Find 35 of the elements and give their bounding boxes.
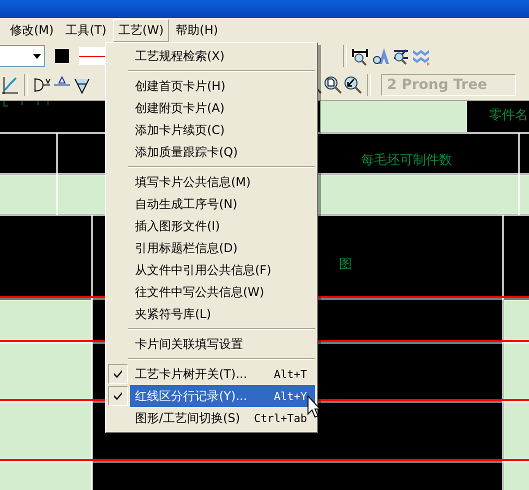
zoom-previous-icon[interactable] (343, 75, 363, 95)
menu-item[interactable]: 插入图形文件(I) (130, 215, 315, 237)
menu-bar-item[interactable]: 帮助(H) (170, 18, 224, 42)
menu-bar-item[interactable]: 工艺(W) (113, 18, 169, 42)
drawing-label: 每毛坯可制件数 (361, 153, 452, 168)
menu-item[interactable]: 工艺规程检索(X) (130, 45, 315, 67)
roughness-icon[interactable] (32, 75, 52, 95)
graph-icon[interactable] (0, 75, 20, 95)
dropdown-arrow-icon[interactable] (33, 54, 41, 58)
menu-item[interactable]: 引用标题栏信息(D) (130, 237, 315, 259)
shortcut-label: Ctrl+Tab (254, 412, 307, 424)
menu-item[interactable]: 夹紧符号库(L) (130, 303, 315, 325)
drawing-label: 零件名 (489, 108, 528, 123)
zoom-page-icon[interactable] (323, 75, 343, 95)
menu-bar-item[interactable]: 工具(T) (60, 18, 112, 42)
menu-item[interactable]: 从文件中引用公共信息(F) (130, 259, 315, 281)
menu-item[interactable]: 卡片间关联填写设置 (130, 333, 315, 355)
shortcut-label: Alt+T (274, 368, 307, 380)
menu-item[interactable]: 创建附页卡片(A) (130, 97, 315, 119)
menu-item[interactable]: 工艺卡片树开关(T)... Alt+T (130, 363, 315, 385)
menu-item[interactable]: 添加卡片续页(C) (130, 119, 315, 141)
menu-item[interactable]: 往文件中写公共信息(W) (130, 281, 315, 303)
text-zoom-icon[interactable] (371, 46, 391, 66)
tick-marks (4, 101, 48, 106)
menu-item[interactable]: 创建首页卡片(H) (130, 75, 315, 97)
combo-box[interactable] (0, 45, 45, 67)
menu-item[interactable]: 自动生成工序号(N) (130, 193, 315, 215)
color-swatch[interactable] (55, 49, 69, 63)
menu-item[interactable]: 红线区分行记录(Y)... Alt+Y (130, 385, 315, 407)
menu-item[interactable]: 填写卡片公共信息(M) (130, 171, 315, 193)
drawing-label: 图 (339, 257, 352, 272)
zoom-dimension-icon[interactable] (351, 46, 371, 66)
menu-bar-item[interactable]: 修改(M) (5, 18, 59, 42)
shortcut-label: Alt+Y (274, 390, 307, 402)
menu-item[interactable]: 添加质量跟踪卡(Q) (130, 141, 315, 163)
